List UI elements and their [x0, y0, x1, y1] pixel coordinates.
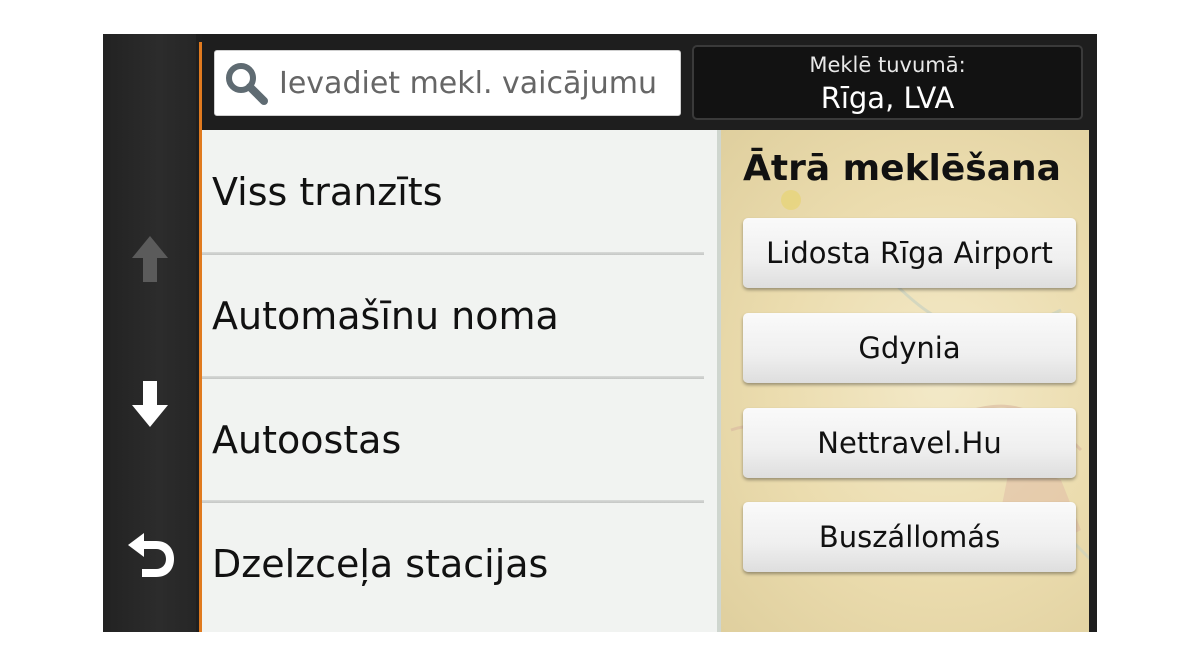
category-list: Viss tranzīts Automašīnu noma Autoostas … [202, 130, 717, 632]
device-screen: Ievadiet mekl. vaicājumu Meklē tuvumā: R… [103, 34, 1097, 632]
frame-edge [1089, 130, 1097, 632]
search-placeholder: Ievadiet mekl. vaicājumu [279, 65, 657, 101]
quick-search-label: Lidosta Rīga Airport [766, 236, 1053, 270]
list-item[interactable]: Viss tranzīts [202, 130, 717, 254]
list-item[interactable]: Dzelzceļa stacijas [202, 502, 717, 626]
back-button[interactable] [103, 499, 196, 609]
search-near-label: Meklē tuvumā: [809, 53, 966, 77]
quick-search-label: Nettravel.Hu [817, 426, 1002, 460]
quick-search-label: Gdynia [858, 331, 961, 365]
quick-search-panel: Ātrā meklēšana Lidosta Rīga Airport Gdyn… [717, 130, 1093, 632]
nav-rail [103, 34, 196, 632]
search-input[interactable]: Ievadiet mekl. vaicājumu [214, 50, 681, 116]
list-item[interactable]: Automašīnu noma [202, 254, 717, 378]
list-item[interactable]: Autoostas [202, 378, 717, 502]
quick-search-button[interactable]: Nettravel.Hu [743, 408, 1076, 478]
quick-search-button[interactable]: Buszállomás [743, 502, 1076, 572]
quick-search-title: Ātrā meklēšana [743, 148, 1061, 189]
quick-search-button[interactable]: Gdynia [743, 313, 1076, 383]
quick-search-label: Buszállomás [818, 520, 1001, 554]
scroll-up-button[interactable] [103, 204, 196, 314]
list-item-label: Viss tranzīts [212, 170, 443, 214]
list-item-label: Dzelzceļa stacijas [212, 542, 549, 586]
list-item-label: Automašīnu noma [212, 294, 559, 338]
arrow-down-icon [131, 381, 168, 427]
search-icon [226, 63, 268, 105]
search-near-value: Rīga, LVA [820, 81, 955, 115]
search-near-button[interactable]: Meklē tuvumā: Rīga, LVA [692, 45, 1083, 120]
back-arrow-icon [127, 533, 174, 577]
scroll-down-button[interactable] [103, 349, 196, 459]
quick-search-button[interactable]: Lidosta Rīga Airport [743, 218, 1076, 288]
arrow-up-icon [131, 236, 168, 282]
list-item-label: Autoostas [212, 418, 402, 462]
